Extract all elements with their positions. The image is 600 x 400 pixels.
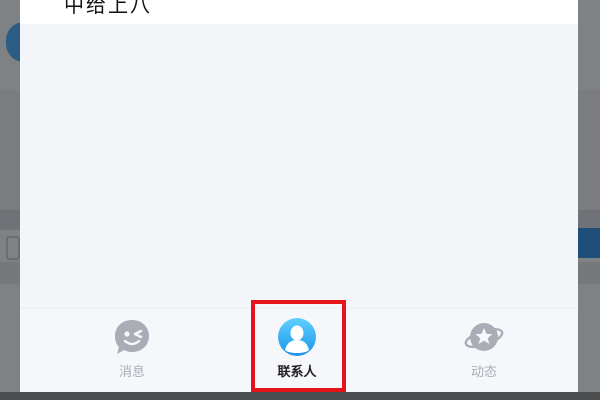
background-accent-bar (578, 228, 600, 258)
tab-messages[interactable]: 消息 (72, 309, 192, 393)
background-bottom-edge (0, 392, 600, 400)
tab-feeds[interactable]: 动态 (424, 309, 544, 393)
background-checkbox (6, 236, 20, 260)
content-area (20, 24, 578, 308)
highlight-box (251, 300, 346, 392)
header-title: 中给上八 (64, 0, 152, 17)
planet-star-icon (464, 323, 504, 351)
tab-label-feeds: 动态 (470, 365, 497, 380)
message-bubble-icon (115, 320, 149, 354)
tab-label-messages: 消息 (118, 365, 145, 380)
top-header: 中给上八 (20, 0, 578, 24)
